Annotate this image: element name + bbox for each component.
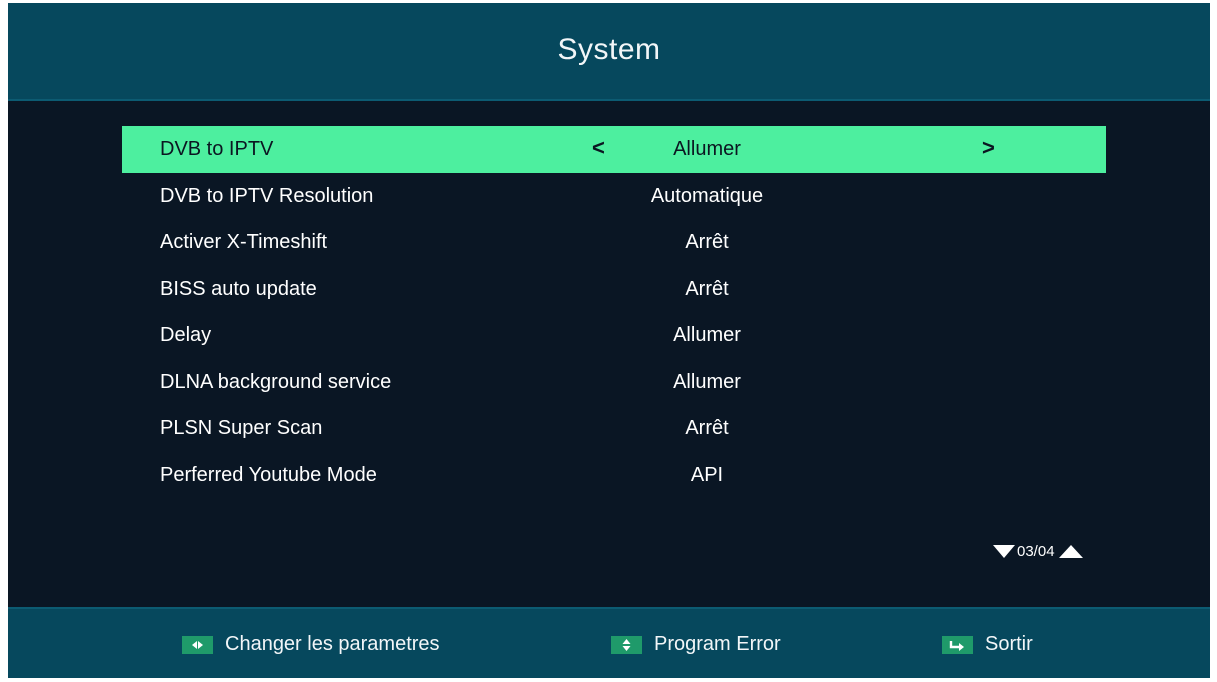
menu-item-dvb-to-iptv[interactable]: DVB to IPTV < Allumer > [122, 126, 1106, 173]
menu-item-value: Allumer [673, 138, 741, 160]
page-number: 03/04 [1017, 543, 1055, 560]
menu-item-value: API [690, 463, 724, 486]
page-indicator: 03/04 [993, 543, 1083, 560]
menu-item-value: Allumer [673, 370, 741, 393]
exit-icon [942, 635, 973, 654]
menu-item-label: Perferred Youtube Mode [160, 463, 377, 486]
menu-item-label: DVB to IPTV Resolution [160, 184, 374, 207]
menu-item-value: Automatique [650, 184, 764, 207]
menu-item-biss-auto-update[interactable]: BISS auto update Arrêt [122, 266, 1106, 313]
menu-item-value: Arrêt [685, 417, 729, 439]
page-up-icon[interactable] [1058, 545, 1083, 558]
header-bar: System [8, 3, 1210, 101]
hint-exit: Sortir [942, 633, 1033, 656]
settings-menu: DVB to IPTV < Allumer > DVB to IPTV Reso… [122, 126, 1106, 498]
menu-item-dvb-to-iptv-resolution[interactable]: DVB to IPTV Resolution Automatique [122, 173, 1106, 220]
menu-item-label: DVB to IPTV [160, 138, 274, 160]
menu-item-label: Delay [160, 324, 212, 346]
chevron-left-icon[interactable]: < [592, 137, 605, 159]
menu-item-value: Allumer [673, 324, 741, 346]
menu-item-value: Arrêt [685, 231, 729, 253]
footer-bar: Changer les parametres Program Error Sor… [8, 607, 1210, 678]
hint-label: Program Error [654, 633, 781, 655]
menu-item-dlna-background-service[interactable]: DLNA background service Allumer [122, 359, 1106, 406]
page-down-icon[interactable] [993, 545, 1015, 558]
page-title: System [557, 33, 661, 66]
menu-item-label: BISS auto update [160, 277, 317, 300]
menu-item-delay[interactable]: Delay Allumer [122, 312, 1106, 359]
menu-item-plsn-super-scan[interactable]: PLSN Super Scan Arrêt [122, 405, 1106, 452]
menu-item-value: Arrêt [685, 277, 729, 300]
menu-item-label: DLNA background service [160, 370, 392, 393]
tv-screen: System DVB to IPTV < Allumer > DVB to IP… [8, 3, 1210, 678]
left-right-icon [182, 635, 213, 654]
hint-change-settings: Changer les parametres [182, 633, 440, 656]
hint-program-error: Program Error [611, 633, 781, 656]
menu-item-x-timeshift[interactable]: Activer X-Timeshift Arrêt [122, 219, 1106, 266]
menu-item-youtube-mode[interactable]: Perferred Youtube Mode API [122, 452, 1106, 499]
hint-label: Changer les parametres [225, 633, 440, 655]
chevron-right-icon[interactable]: > [982, 137, 995, 159]
menu-item-label: PLSN Super Scan [160, 417, 323, 439]
menu-item-label: Activer X-Timeshift [160, 231, 328, 253]
up-down-icon [611, 635, 642, 654]
hint-label: Sortir [985, 633, 1033, 655]
